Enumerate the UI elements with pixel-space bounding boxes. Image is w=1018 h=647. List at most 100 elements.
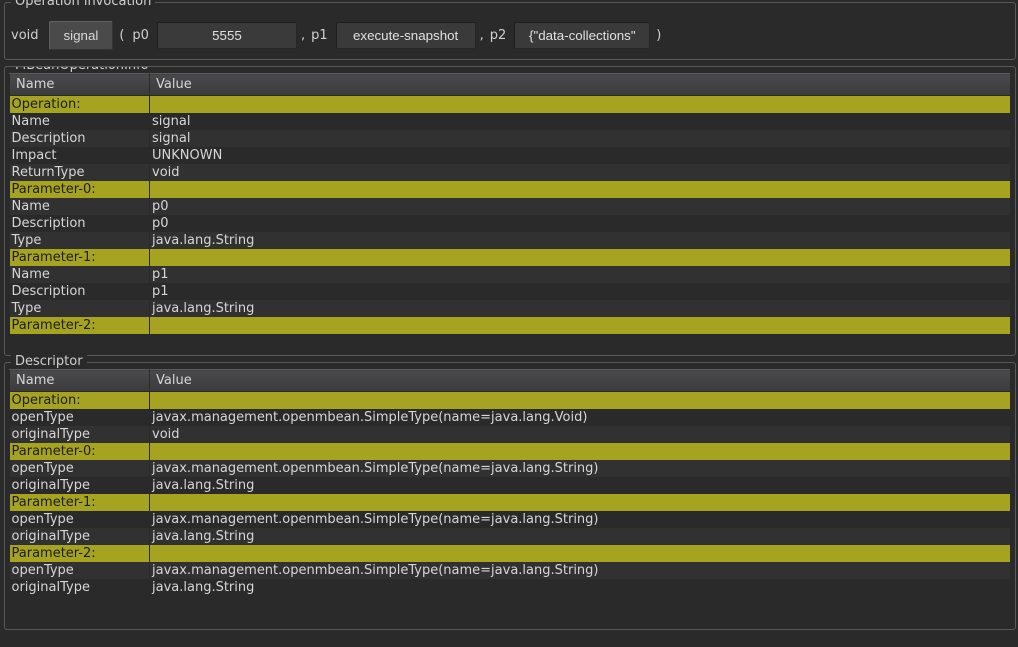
cell-value: javax.management.openmbean.SimpleType(na… [150,562,1011,579]
cell-name: Parameter-2: [10,317,150,334]
cell-name: Name [10,113,150,130]
section-row[interactable]: Parameter-1: [10,249,1011,266]
table-row[interactable]: originalTypejava.lang.String [10,579,1011,596]
param-input-p1[interactable] [336,22,476,49]
separator: , [301,28,305,43]
section-row[interactable]: Operation: [10,392,1011,410]
cell-name: Parameter-1: [10,249,150,266]
section-row[interactable]: Parameter-0: [10,443,1011,460]
cell-name: Type [10,232,150,249]
cell-value [150,317,1011,334]
table-row[interactable]: Descriptionsignal [10,130,1011,147]
cell-name: Description [10,130,150,147]
cell-name: Parameter-2: [10,545,150,562]
section-row[interactable]: Operation: [10,96,1011,114]
cell-value: void [150,426,1011,443]
cell-value [150,392,1011,410]
table-row[interactable]: Typejava.lang.String [10,232,1011,249]
cell-value: p1 [150,266,1011,283]
cell-value: signal [150,113,1011,130]
cell-value [150,249,1011,266]
section-row[interactable]: Parameter-2: [10,545,1011,562]
table-row[interactable]: originalTypejava.lang.String [10,477,1011,494]
column-header-value[interactable]: Value [150,74,1011,96]
table-row[interactable]: originalTypejava.lang.String [10,528,1011,545]
table-row[interactable]: Namep0 [10,198,1011,215]
mbean-operation-info-panel: MBeanOperationInfo Name Value Operation:… [4,66,1016,356]
cell-value: javax.management.openmbean.SimpleType(na… [150,409,1011,426]
cell-name: Parameter-0: [10,443,150,460]
cell-name: Operation: [10,96,150,114]
table-row[interactable]: Descriptionp1 [10,283,1011,300]
invocation-row: void signal ( p0 , p1 , p2 ) [9,9,1011,55]
table-row[interactable]: Descriptionp0 [10,215,1011,232]
param-input-p0[interactable] [157,22,297,49]
panel-legend: Operation invocation [11,0,155,9]
table-row[interactable]: openTypejavax.management.openmbean.Simpl… [10,409,1011,426]
table-header-row: Name Value [10,370,1011,392]
cell-value: p0 [150,215,1011,232]
cell-name: originalType [10,426,150,443]
table-row[interactable]: ReturnTypevoid [10,164,1011,181]
close-paren: ) [654,28,663,43]
cell-name: ReturnType [10,164,150,181]
cell-value: javax.management.openmbean.SimpleType(na… [150,460,1011,477]
table-row[interactable]: Namep1 [10,266,1011,283]
invoke-button[interactable]: signal [49,21,114,50]
descriptor-panel: Descriptor Name Value Operation:openType… [4,362,1016,630]
table-row[interactable]: openTypejavax.management.openmbean.Simpl… [10,511,1011,528]
column-header-name[interactable]: Name [10,74,150,96]
table-row[interactable]: Namesignal [10,113,1011,130]
mbean-table: Name Value Operation:NamesignalDescripti… [9,73,1011,334]
table-header-row: Name Value [10,74,1011,96]
cell-value: void [150,164,1011,181]
cell-value: java.lang.String [150,300,1011,317]
table-row[interactable]: openTypejavax.management.openmbean.Simpl… [10,460,1011,477]
panel-legend: MBeanOperationInfo [11,66,153,73]
cell-value: p1 [150,283,1011,300]
param-label-p1: p1 [309,28,332,43]
cell-name: Description [10,215,150,232]
section-row[interactable]: Parameter-1: [10,494,1011,511]
cell-value: java.lang.String [150,528,1011,545]
cell-value: p0 [150,198,1011,215]
cell-name: Parameter-0: [10,181,150,198]
cell-name: Description [10,283,150,300]
cell-name: openType [10,562,150,579]
table-row[interactable]: openTypejavax.management.openmbean.Simpl… [10,562,1011,579]
cell-value: java.lang.String [150,232,1011,249]
param-label-p2: p2 [488,28,511,43]
cell-value: javax.management.openmbean.SimpleType(na… [150,511,1011,528]
cell-name: Name [10,266,150,283]
cell-name: originalType [10,579,150,596]
cell-name: openType [10,409,150,426]
cell-value: signal [150,130,1011,147]
descriptor-table: Name Value Operation:openTypejavax.manag… [9,369,1011,596]
cell-value [150,545,1011,562]
cell-name: originalType [10,528,150,545]
table-row[interactable]: ImpactUNKNOWN [10,147,1011,164]
panel-legend: Descriptor [11,354,87,369]
cell-name: originalType [10,477,150,494]
cell-value: UNKNOWN [150,147,1011,164]
cell-value [150,96,1011,114]
cell-value [150,181,1011,198]
section-row[interactable]: Parameter-0: [10,181,1011,198]
cell-value: java.lang.String [150,477,1011,494]
cell-value [150,443,1011,460]
cell-name: Type [10,300,150,317]
table-row[interactable]: Typejava.lang.String [10,300,1011,317]
cell-name: Impact [10,147,150,164]
table-row[interactable]: originalTypevoid [10,426,1011,443]
column-header-value[interactable]: Value [150,370,1011,392]
section-row[interactable]: Parameter-2: [10,317,1011,334]
separator: , [480,28,484,43]
param-input-p2[interactable] [514,22,650,49]
param-label-p0: p0 [130,28,153,43]
cell-name: Name [10,198,150,215]
cell-name: openType [10,460,150,477]
open-paren: ( [117,28,126,43]
cell-name: Operation: [10,392,150,410]
column-header-name[interactable]: Name [10,370,150,392]
cell-value: java.lang.String [150,579,1011,596]
